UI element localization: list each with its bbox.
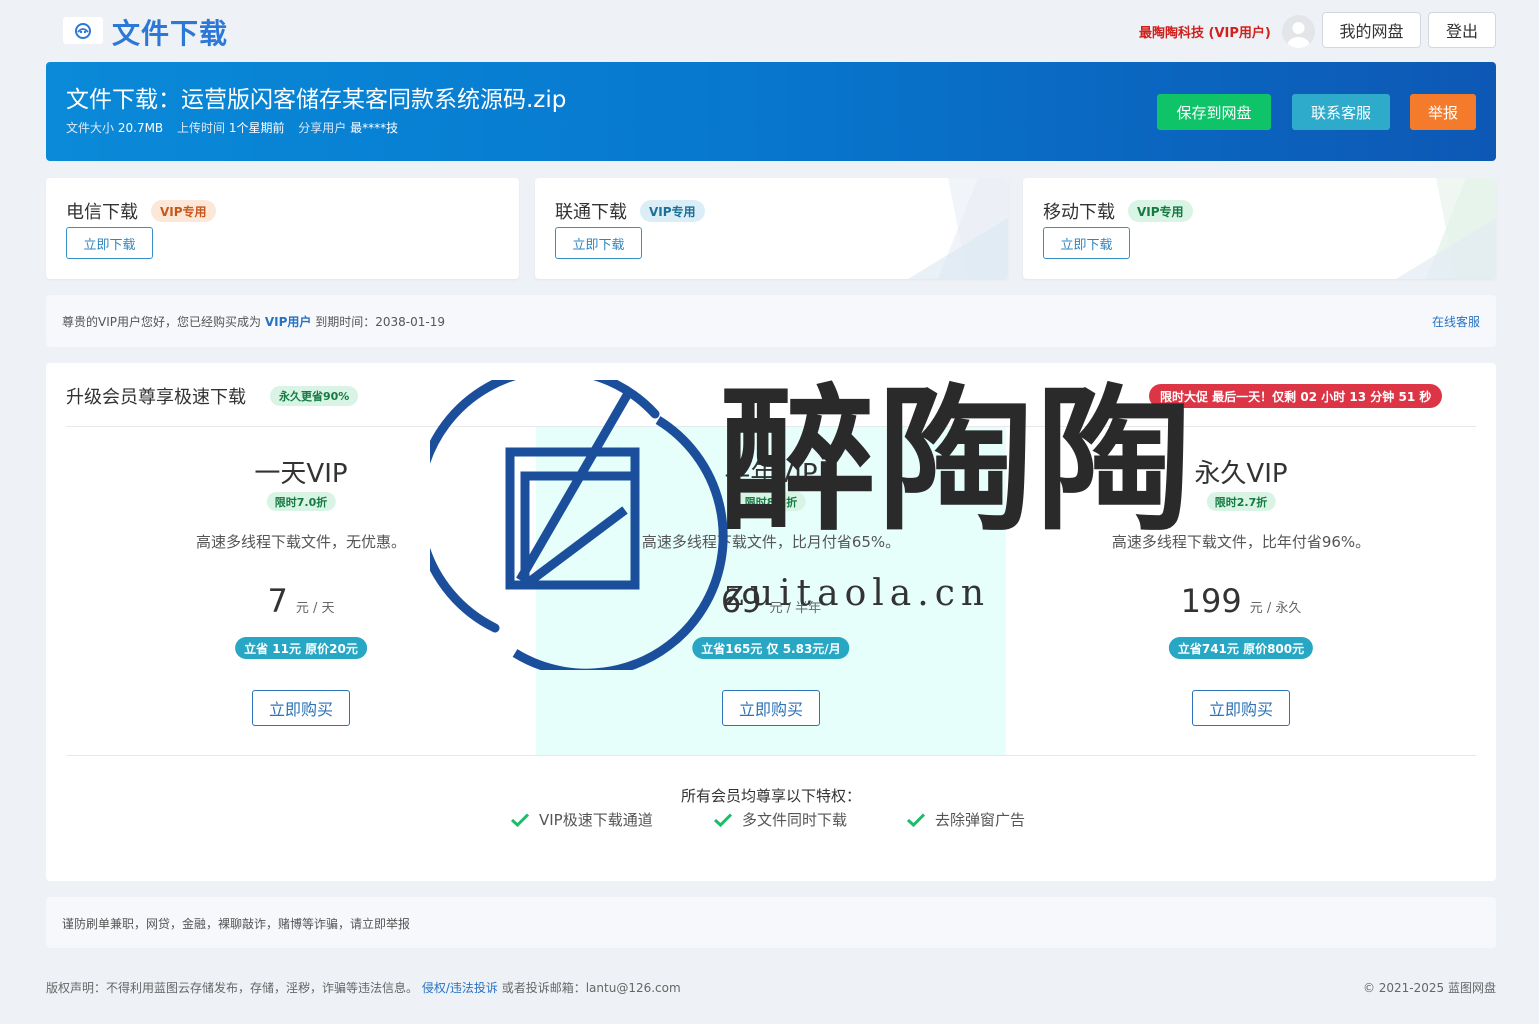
vip-tag: VIP专用 <box>1128 200 1193 222</box>
divider <box>66 755 1476 756</box>
report-button[interactable]: 举报 <box>1410 94 1476 130</box>
panel-title: 升级会员尊享极速下载 <box>66 387 246 408</box>
upload-label: 上传时间 <box>176 121 225 135</box>
size-label: 文件大小 <box>66 121 115 135</box>
plan-saving-badge: 立省741元 原价800元 <box>1168 637 1314 659</box>
file-title: 文件下载：运营版闪客储存某客同款系统源码.zip <box>66 87 567 113</box>
plan-discount: 限时7.0折 <box>266 492 336 511</box>
footer-prefix: 版权声明：不得利用蓝图云存储发布，存储，淫秽，诈骗等违法信息。 <box>46 981 419 995</box>
plan-saving-badge: 立省 11元 原价20元 <box>235 637 367 659</box>
plan-desc: 高速多线程下载文件，无优惠。 <box>195 533 406 551</box>
price-number: 199 <box>1180 582 1242 620</box>
price-unit: 元 / 天 <box>295 601 335 616</box>
share-value: 最****技 <box>350 121 399 135</box>
card-decoration <box>908 178 1008 279</box>
card-title: 移动下载 <box>1043 202 1115 223</box>
download-now-button[interactable]: 立即下载 <box>1043 227 1130 259</box>
copyright-notice: 版权声明：不得利用蓝图云存储发布，存储，淫秽，诈骗等违法信息。 侵权/违法投诉 … <box>46 979 681 996</box>
card-title: 电信下载 <box>66 202 138 223</box>
save-to-disk-button[interactable]: 保存到网盘 <box>1157 94 1271 130</box>
price-number: 7 <box>267 582 288 620</box>
download-now-button[interactable]: 立即下载 <box>66 227 153 259</box>
perk-label: VIP极速下载通道 <box>539 811 653 829</box>
file-meta: 文件大小 20.7MB 上传时间 1个星期前 分享用户 最****技 <box>66 119 408 136</box>
perk-label: 去除弹窗广告 <box>935 811 1026 829</box>
logo-text[interactable]: 文件下载 <box>112 12 228 52</box>
avatar[interactable] <box>1282 15 1315 48</box>
card-decoration <box>1396 178 1496 279</box>
plan-price: 7 元 / 天 <box>66 582 536 620</box>
footer-suffix: 或者投诉邮箱：lantu@126.com <box>501 981 681 995</box>
my-disk-button[interactable]: 我的网盘 <box>1322 12 1421 48</box>
logout-button[interactable]: 登出 <box>1428 12 1496 48</box>
download-card-telecom: 电信下载 VIP专用 立即下载 <box>46 178 519 279</box>
vip-notice: 尊贵的VIP用户您好，您已经购买成为 VIP用户 到期时间：2038-01-19… <box>46 295 1496 347</box>
share-label: 分享用户 <box>298 121 347 135</box>
price-unit: 元 / 永久 <box>1249 601 1302 616</box>
footer-copyright: © 2021-2025 蓝图网盘 <box>1362 981 1496 995</box>
download-card-unicom: 联通下载 VIP专用 立即下载 <box>535 178 1008 279</box>
notice-prefix: 尊贵的VIP用户您好，您已经购买成为 <box>62 315 261 329</box>
notice-text: 尊贵的VIP用户您好，您已经购买成为 VIP用户 到期时间：2038-01-19 <box>62 313 445 330</box>
complaint-link[interactable]: 侵权/违法投诉 <box>422 981 498 995</box>
notice-highlight: VIP用户 <box>264 315 312 329</box>
perk-label: 多文件同时下载 <box>742 811 848 829</box>
buy-button[interactable]: 立即购买 <box>252 690 350 726</box>
notice-suffix: 到期时间：2038-01-19 <box>315 315 445 329</box>
buy-button[interactable]: 立即购买 <box>1192 690 1290 726</box>
online-service-link[interactable]: 在线客服 <box>1432 313 1480 330</box>
size-value: 20.7MB <box>117 121 164 135</box>
check-icon <box>510 812 530 827</box>
card-title: 联通下载 <box>555 202 627 223</box>
user-name: 最陶陶科技 (VIP用户) <box>1139 26 1271 41</box>
perks-title: 所有会员均尊享以下特权： <box>680 787 861 805</box>
check-icon <box>906 812 926 827</box>
plan-saving-badge: 立省165元 仅 5.83元/月 <box>692 637 850 659</box>
contact-service-button[interactable]: 联系客服 <box>1292 94 1390 130</box>
plan-day: 一天VIP 限时7.0折 高速多线程下载文件，无优惠。 7 元 / 天 立省 11… <box>66 427 536 755</box>
save-tag: 永久更省90% <box>270 386 359 406</box>
buy-button[interactable]: 立即购买 <box>722 690 820 726</box>
vip-tag: VIP专用 <box>151 200 216 222</box>
download-card-mobile: 移动下载 VIP专用 立即下载 <box>1023 178 1496 279</box>
vip-tag: VIP专用 <box>640 200 705 222</box>
warning-text: 谨防刷单兼职，网贷，金融，裸聊敲诈，赌博等诈骗，请立即举报 <box>62 917 411 931</box>
watermark-text: 醉陶陶 <box>720 370 1194 552</box>
upload-value: 1个星期前 <box>228 121 285 135</box>
plan-name: 一天VIP <box>254 459 348 489</box>
perk-item: VIP极速下载通道 <box>510 809 653 830</box>
logo-icon <box>63 17 103 44</box>
check-icon <box>713 812 733 827</box>
plan-discount: 限时2.7折 <box>1206 492 1276 511</box>
download-now-button[interactable]: 立即下载 <box>555 227 642 259</box>
perk-item: 去除弹窗广告 <box>906 809 1025 830</box>
file-banner: 文件下载：运营版闪客储存某客同款系统源码.zip 文件大小 20.7MB 上传时… <box>46 62 1496 161</box>
fraud-warning: 谨防刷单兼职，网贷，金融，裸聊敲诈，赌博等诈骗，请立即举报 <box>46 897 1496 948</box>
perk-item: 多文件同时下载 <box>713 809 847 830</box>
watermark-url: zuitaola.cn <box>725 573 991 614</box>
plan-price: 199 元 / 永久 <box>1006 582 1476 620</box>
